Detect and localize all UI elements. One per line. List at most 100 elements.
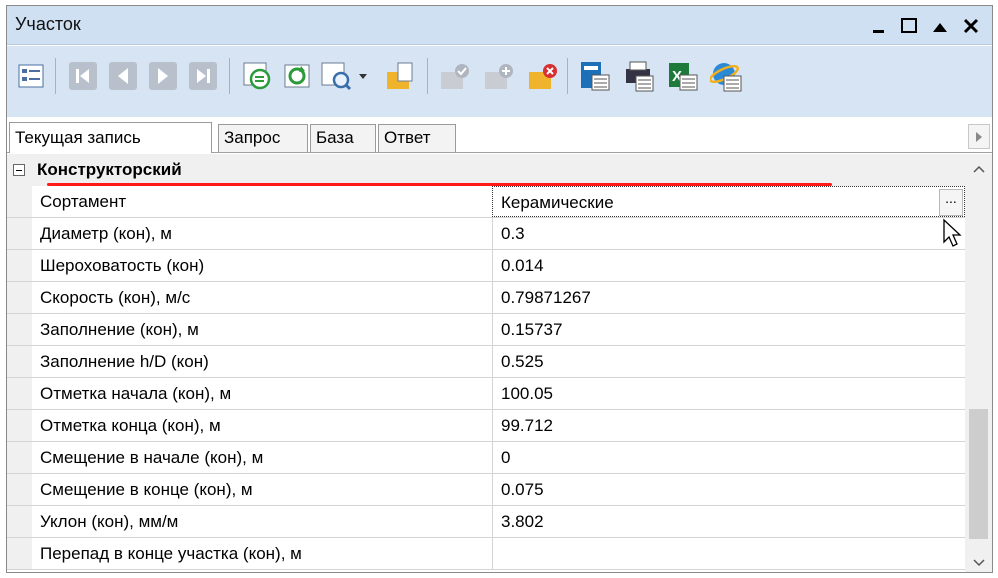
row-gutter	[7, 538, 32, 569]
row-gutter	[7, 346, 32, 377]
maximize-icon[interactable]	[895, 12, 923, 40]
category-row[interactable]: Конструкторский	[7, 154, 965, 186]
next-record-icon[interactable]	[143, 56, 183, 96]
property-row[interactable]: Перепад в конце участка (кон), м	[7, 538, 965, 570]
collapse-icon[interactable]	[13, 164, 25, 176]
property-value: 3.802	[501, 512, 544, 531]
toolbar-separator	[427, 58, 428, 94]
property-grid: Конструкторский Сортамент Керамические .…	[7, 154, 992, 572]
apply-record-icon[interactable]	[435, 56, 475, 96]
property-value-cell[interactable]: 0.3	[492, 218, 965, 249]
tab-base[interactable]: База	[310, 124, 376, 152]
restore-up-icon[interactable]	[926, 12, 954, 40]
property-row[interactable]: Смещение в начале (кон), м 0	[7, 442, 965, 474]
property-row[interactable]: Скорость (кон), м/с 0.79871267	[7, 282, 965, 314]
property-value-cell[interactable]: 100.05	[492, 378, 965, 409]
property-value-cell[interactable]: 3.802	[492, 506, 965, 537]
property-value-cell[interactable]: 0.15737	[492, 314, 965, 345]
property-name: Диаметр (кон), м	[40, 224, 172, 243]
highlight-underline	[47, 183, 832, 186]
sync-icon[interactable]	[237, 56, 277, 96]
property-row[interactable]: Смещение в конце (кон), м 0.075	[7, 474, 965, 506]
property-name: Уклон (кон), мм/м	[40, 512, 179, 531]
property-row[interactable]: Заполнение (кон), м 0.15737	[7, 314, 965, 346]
toolbar-separator	[567, 58, 568, 94]
print-icon[interactable]	[619, 56, 659, 96]
row-gutter	[7, 378, 32, 409]
property-row[interactable]: Диаметр (кон), м 0.3	[7, 218, 965, 250]
property-value: 99.712	[501, 416, 553, 435]
row-gutter	[7, 250, 32, 281]
scroll-down-icon[interactable]	[973, 556, 985, 570]
tab-query[interactable]: Запрос	[218, 124, 308, 152]
scroll-up-icon[interactable]	[973, 162, 985, 176]
mouse-cursor-icon	[942, 218, 964, 253]
property-value: 0.15737	[501, 320, 563, 339]
print-preview-icon[interactable]	[575, 56, 615, 96]
tab-scroll-right-button[interactable]	[968, 124, 990, 149]
property-row[interactable]: Заполнение h/D (кон) 0.525	[7, 346, 965, 378]
row-gutter	[7, 442, 32, 473]
property-name: Заполнение h/D (кон)	[40, 352, 209, 371]
property-value: 0.075	[501, 480, 544, 499]
new-record-icon[interactable]	[381, 56, 421, 96]
property-name: Смещение в начале (кон), м	[40, 448, 264, 467]
vertical-scrollbar[interactable]	[965, 154, 992, 572]
property-value-cell[interactable]: 0.075	[492, 474, 965, 505]
title-bar: Участок	[7, 6, 992, 45]
property-value: 0.014	[501, 256, 544, 275]
row-gutter	[7, 474, 32, 505]
property-value-cell[interactable]: 0.014	[492, 250, 965, 281]
property-value: 100.05	[501, 384, 553, 403]
toolbar-separator	[55, 58, 56, 94]
property-name: Перепад в конце участка (кон), м	[40, 544, 302, 563]
property-name: Отметка начала (кон), м	[40, 384, 232, 403]
category-label: Конструкторский	[37, 160, 182, 179]
property-value-editor[interactable]: Керамические ...	[492, 186, 965, 217]
property-name: Смещение в конце (кон), м	[40, 480, 253, 499]
property-row[interactable]: Уклон (кон), мм/м 3.802	[7, 506, 965, 538]
minimize-icon[interactable]	[865, 12, 893, 40]
property-value: 0.79871267	[501, 288, 591, 307]
property-value-cell[interactable]: 0.525	[492, 346, 965, 377]
property-name: Шероховатость (кон)	[40, 256, 205, 275]
excel-export-icon[interactable]: X	[663, 56, 703, 96]
row-gutter	[7, 282, 32, 313]
property-value-cell[interactable]: 0.79871267	[492, 282, 965, 313]
toolbar-separator	[229, 58, 230, 94]
property-value-cell[interactable]	[492, 538, 965, 569]
property-value[interactable]: Керамические	[501, 193, 614, 213]
property-value-cell[interactable]: 99.712	[492, 410, 965, 441]
property-name: Скорость (кон), м/с	[40, 288, 191, 307]
add-record-icon[interactable]	[479, 56, 519, 96]
scrollbar-thumb[interactable]	[969, 409, 988, 539]
property-row-sortament[interactable]: Сортамент Керамические ...	[7, 186, 965, 218]
web-icon[interactable]	[707, 56, 747, 96]
tab-answer[interactable]: Ответ	[378, 124, 456, 152]
row-gutter	[7, 410, 32, 441]
property-name: Отметка конца (кон), м	[40, 416, 221, 435]
property-window: Участок X Текущая запись Запрос База Отв…	[6, 5, 993, 573]
zoom-to-object-icon[interactable]	[317, 56, 373, 96]
first-record-icon[interactable]	[63, 56, 103, 96]
row-gutter	[7, 506, 32, 537]
refresh-icon[interactable]	[277, 56, 317, 96]
property-value: 0.3	[501, 224, 525, 243]
prev-record-icon[interactable]	[103, 56, 143, 96]
property-name: Сортамент	[40, 192, 127, 211]
ellipsis-button[interactable]: ...	[939, 189, 963, 216]
delete-record-icon[interactable]	[523, 56, 563, 96]
property-value: 0	[501, 448, 511, 467]
tab-current-record[interactable]: Текущая запись	[9, 122, 212, 153]
last-record-icon[interactable]	[183, 56, 223, 96]
property-value: 0.525	[501, 352, 544, 371]
property-row[interactable]: Шероховатость (кон) 0.014	[7, 250, 965, 282]
property-row[interactable]: Отметка конца (кон), м 99.712	[7, 410, 965, 442]
property-value-cell[interactable]: 0	[492, 442, 965, 473]
row-gutter	[7, 186, 32, 217]
properties-icon[interactable]	[11, 56, 51, 96]
close-icon[interactable]	[957, 12, 985, 40]
window-title: Участок	[15, 14, 81, 34]
property-row[interactable]: Отметка начала (кон), м 100.05	[7, 378, 965, 410]
tab-bar: Текущая запись Запрос База Ответ	[7, 117, 992, 153]
